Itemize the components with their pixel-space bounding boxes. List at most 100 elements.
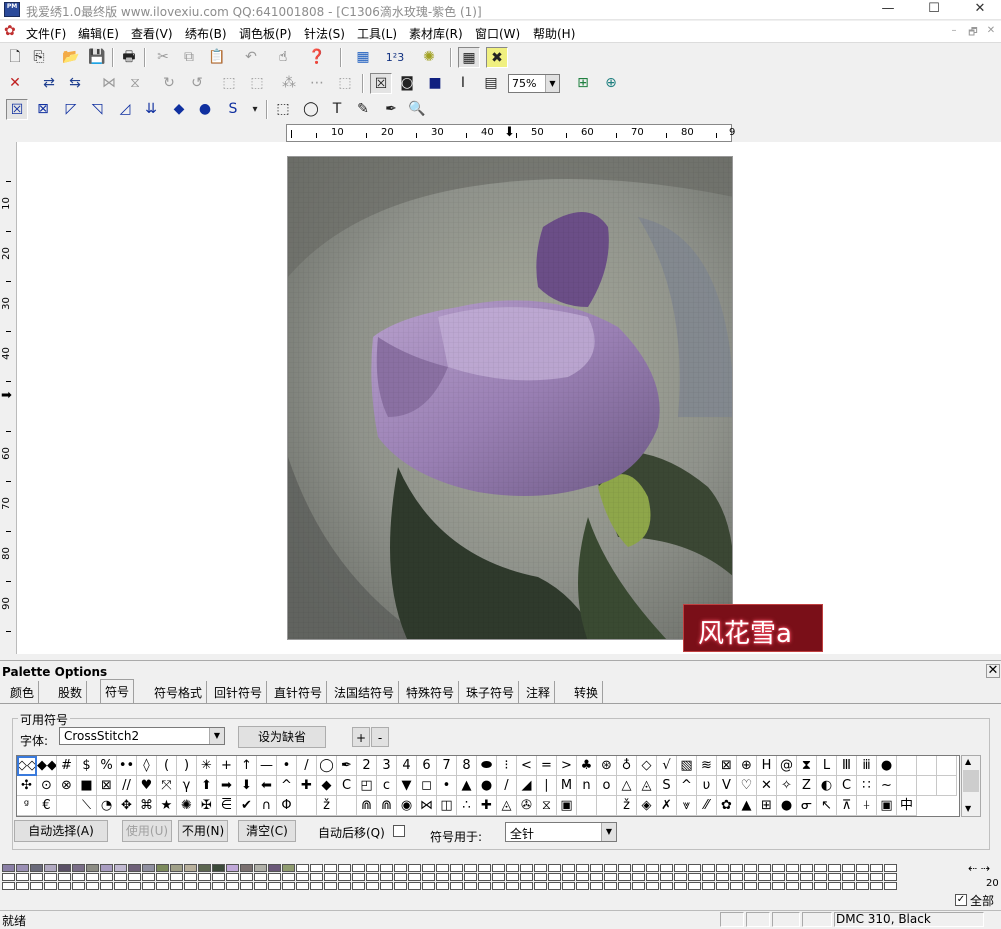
- flip-v-icon[interactable]: ⧖: [124, 73, 146, 94]
- color-swatch[interactable]: [856, 882, 869, 890]
- save-icon[interactable]: 💾: [86, 47, 108, 68]
- symbol-cell[interactable]: ∩: [257, 796, 277, 816]
- chevron-down-icon[interactable]: ▼: [545, 75, 559, 92]
- tab-symbols[interactable]: 符号: [100, 679, 135, 704]
- color-swatch[interactable]: [408, 882, 421, 890]
- palette-icon[interactable]: ▦: [352, 47, 374, 68]
- symbol-cell[interactable]: 3: [377, 756, 397, 776]
- symbol-cell[interactable]: γ: [177, 776, 197, 796]
- color-swatch[interactable]: [842, 864, 855, 872]
- symbol-cell[interactable]: ᵍ: [17, 796, 37, 816]
- symbol-cell[interactable]: ◊: [137, 756, 157, 776]
- new-icon[interactable]: 🗋: [4, 47, 26, 68]
- color-swatch[interactable]: [436, 873, 449, 881]
- auto-move-checkbox[interactable]: [393, 825, 405, 837]
- color-swatch[interactable]: [618, 873, 631, 881]
- color-swatch[interactable]: [674, 864, 687, 872]
- symbol-cell[interactable]: //: [117, 776, 137, 796]
- cut-icon[interactable]: ✂: [152, 47, 174, 68]
- symbol-cell[interactable]: ✠: [197, 796, 217, 816]
- color-swatch[interactable]: [786, 864, 799, 872]
- symbol-cell[interactable]: υ: [697, 776, 717, 796]
- symbol-cell[interactable]: ⊠: [97, 776, 117, 796]
- color-block-icon[interactable]: ■: [424, 73, 446, 94]
- symbol-cell[interactable]: ◢: [517, 776, 537, 796]
- color-swatch[interactable]: [86, 882, 99, 890]
- document-icon[interactable]: ✿: [4, 24, 18, 38]
- color-swatch[interactable]: [2, 864, 15, 872]
- color-swatch[interactable]: [100, 873, 113, 881]
- color-swatch[interactable]: [296, 882, 309, 890]
- color-swatch[interactable]: [520, 873, 533, 881]
- symbol-cell[interactable]: %: [97, 756, 117, 776]
- print-icon[interactable]: 🖶: [118, 47, 140, 68]
- close-icon[interactable]: ✕: [986, 664, 1000, 678]
- color-swatch[interactable]: [380, 873, 393, 881]
- color-swatch[interactable]: [744, 882, 757, 890]
- color-swatch[interactable]: [366, 873, 379, 881]
- symbol-scrollbar[interactable]: ▲ ▼: [961, 755, 981, 817]
- number-icon[interactable]: 1²3: [384, 47, 406, 68]
- color-swatch[interactable]: [16, 882, 29, 890]
- menu-file[interactable]: 文件(F): [26, 25, 66, 42]
- color-swatch[interactable]: [828, 882, 841, 890]
- symbol-cell[interactable]: ⧗: [797, 756, 817, 776]
- symbol-cell[interactable]: ✇: [517, 796, 537, 816]
- symbol-cell[interactable]: /: [297, 756, 317, 776]
- color-swatch[interactable]: [338, 873, 351, 881]
- color-swatch[interactable]: [870, 882, 883, 890]
- color-swatch[interactable]: [506, 882, 519, 890]
- symbol-cell[interactable]: ⋶: [217, 796, 237, 816]
- color-swatch[interactable]: [492, 873, 505, 881]
- color-swatch[interactable]: [156, 873, 169, 881]
- color-swatch[interactable]: [212, 882, 225, 890]
- symbol-cell[interactable]: <: [517, 756, 537, 776]
- color-swatch[interactable]: [240, 873, 253, 881]
- color-swatch[interactable]: [408, 864, 421, 872]
- color-swatch[interactable]: [422, 873, 435, 881]
- symbol-cell[interactable]: L: [817, 756, 837, 776]
- symbol-cell[interactable]: ): [177, 756, 197, 776]
- symbol-cell[interactable]: ✥: [117, 796, 137, 816]
- symbol-cell[interactable]: +: [217, 756, 237, 776]
- color-swatch[interactable]: [296, 864, 309, 872]
- symbol-cell[interactable]: ∴: [457, 796, 477, 816]
- color-swatch[interactable]: [674, 882, 687, 890]
- symbol-cell[interactable]: 7: [437, 756, 457, 776]
- tab-color[interactable]: 颜色: [6, 681, 40, 703]
- color-swatch[interactable]: [758, 873, 771, 881]
- color-swatch[interactable]: [16, 873, 29, 881]
- color-swatch[interactable]: [730, 882, 743, 890]
- symbol-cell[interactable]: ᓂ: [797, 796, 817, 816]
- eyedropper-icon[interactable]: ✒: [380, 99, 402, 120]
- symbol-cell[interactable]: ⩔: [677, 796, 697, 816]
- symbol-cell[interactable]: ⌘: [137, 796, 157, 816]
- symbol-cell[interactable]: >: [557, 756, 577, 776]
- color-swatch[interactable]: [618, 864, 631, 872]
- delete-icon[interactable]: ✕: [4, 73, 26, 94]
- symbol-cell[interactable]: ◆: [317, 776, 337, 796]
- color-swatch[interactable]: [170, 882, 183, 890]
- symbol-cell[interactable]: ✗: [657, 796, 677, 816]
- symbol-cell[interactable]: —: [257, 756, 277, 776]
- color-swatch[interactable]: [562, 873, 575, 881]
- symbol-cell[interactable]: ⊕: [737, 756, 757, 776]
- zoom-select[interactable]: 75% ▼: [508, 74, 560, 93]
- color-swatch[interactable]: [562, 882, 575, 890]
- tab-notes[interactable]: 注释: [522, 681, 556, 703]
- tab-backstitch-symbols[interactable]: 回针符号: [210, 681, 268, 703]
- symbol-cell[interactable]: o: [597, 776, 617, 796]
- symbol-cell[interactable]: ◐: [817, 776, 837, 796]
- symbol-cell[interactable]: =: [537, 756, 557, 776]
- color-swatch[interactable]: [436, 882, 449, 890]
- color-swatch[interactable]: [842, 873, 855, 881]
- rotate-ccw-icon[interactable]: ↺: [186, 73, 208, 94]
- color-swatch[interactable]: [828, 873, 841, 881]
- symbol-cell[interactable]: ⊗: [57, 776, 77, 796]
- color-swatch[interactable]: [618, 882, 631, 890]
- symbol-cell[interactable]: ◬: [637, 776, 657, 796]
- color-swatch[interactable]: [16, 864, 29, 872]
- color-swatch[interactable]: [562, 864, 575, 872]
- symbol-cell[interactable]: 6: [417, 756, 437, 776]
- color-swatch[interactable]: [702, 864, 715, 872]
